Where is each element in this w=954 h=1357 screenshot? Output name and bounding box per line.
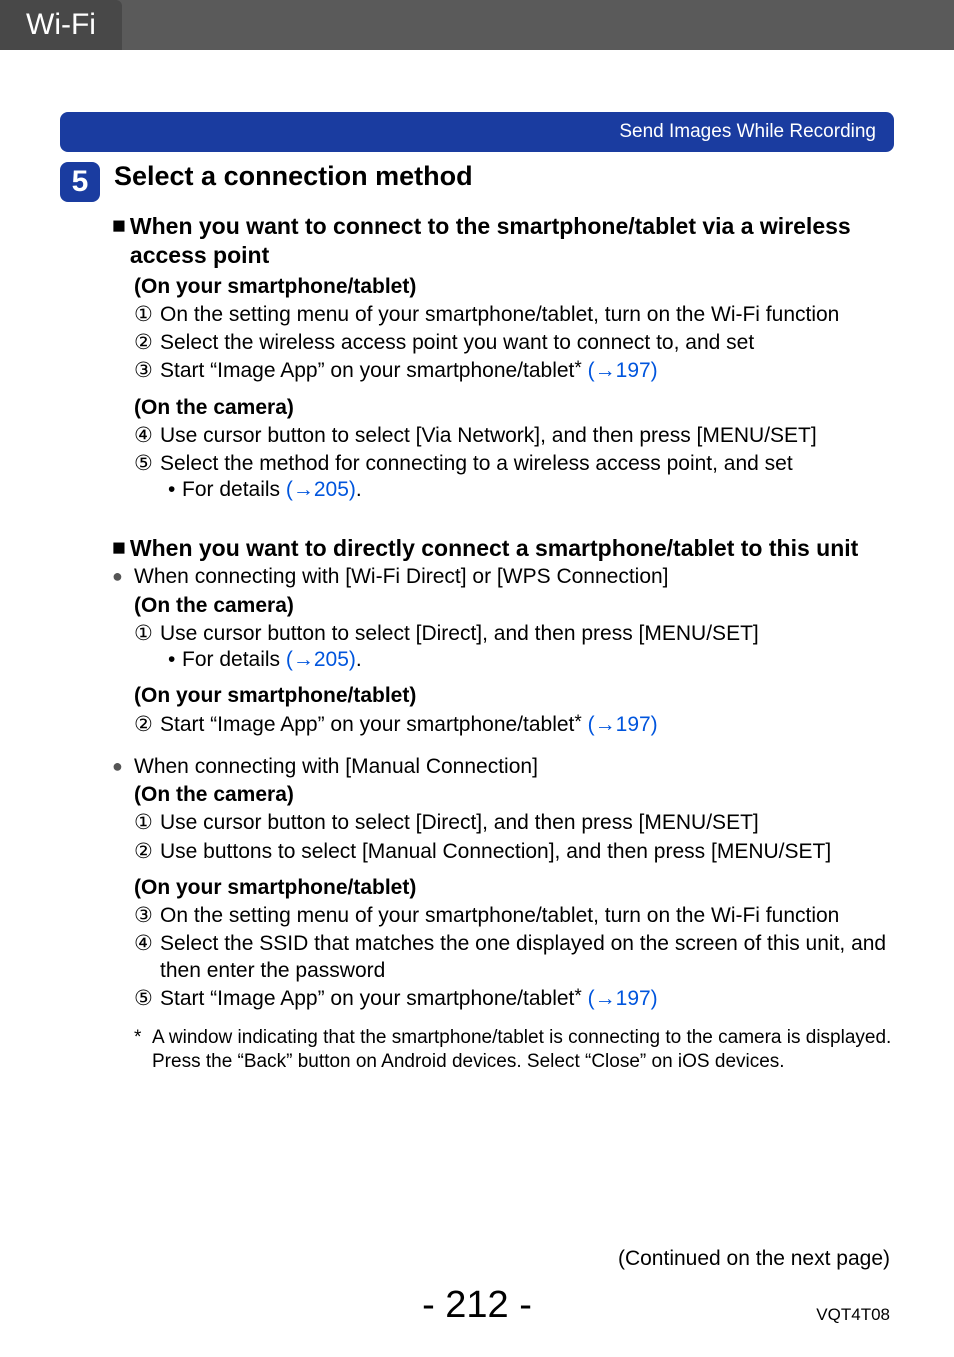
bullet-dot-icon: • [168,477,182,503]
footnote-asterisk: * [134,1026,152,1074]
link-197[interactable]: (→197) [588,359,658,382]
section1-step4: Use cursor button to select [Via Network… [160,423,894,449]
section-banner: Send Images While Recording [60,112,894,152]
section2-b1-c1-detail: For details (→205). [182,647,362,673]
header-tab-bar: Wi-Fi [0,0,954,50]
section1-group-a-title: (On your smartphone/tablet) [134,274,894,300]
section2-b1-c1-detail-suffix: . [356,648,362,671]
section2-b2-c1: Use cursor button to select [Direct], an… [160,810,894,836]
square-bullet-icon: ■ [112,534,126,562]
continued-note: (Continued on the next page) [618,1247,890,1271]
round-bullet-icon: ● [112,754,134,780]
asterisk-mark: * [574,986,581,1007]
section1-step3-text: Start “Image App” on your smartphone/tab… [160,359,574,382]
asterisk-mark: * [574,712,581,733]
circled-4-icon: ④ [134,931,160,984]
section2-heading: When you want to directly connect a smar… [130,534,894,563]
section2-b2-s5: Start “Image App” on your smartphone/tab… [160,986,894,1012]
round-bullet-icon: ● [112,564,134,590]
link-197[interactable]: (→197) [588,713,658,736]
step-title: Select a connection method [114,160,473,192]
footnote-text: A window indicating that the smartphone/… [152,1026,894,1074]
square-bullet-icon: ■ [112,212,126,240]
section1-group-b-title: (On the camera) [134,395,894,421]
circled-4-icon: ④ [134,423,160,449]
bullet-dot-icon: • [168,647,182,673]
circled-2-icon: ② [134,839,160,865]
section2-b2-s3: On the setting menu of your smartphone/t… [160,903,894,929]
section2-b1-s2: Start “Image App” on your smartphone/tab… [160,712,894,738]
section1-step1: On the setting menu of your smartphone/t… [160,302,894,328]
circled-5-icon: ⑤ [134,451,160,477]
circled-5-icon: ⑤ [134,986,160,1012]
circled-1-icon: ① [134,810,160,836]
section-banner-title: Send Images While Recording [619,121,876,143]
circled-2-icon: ② [134,330,160,356]
section2-b1-s2-text: Start “Image App” on your smartphone/tab… [160,713,574,736]
section1-step2: Select the wireless access point you wan… [160,330,894,356]
circled-2-icon: ② [134,712,160,738]
section2-bullet2: When connecting with [Manual Connection] [134,754,894,780]
circled-3-icon: ③ [134,358,160,384]
asterisk-mark: * [574,358,581,379]
section2-b2-smartphone-title: (On your smartphone/tablet) [134,875,894,901]
page-number: - 212 - [0,1284,954,1327]
section1-step5: Select the method for connecting to a wi… [160,451,894,477]
section2-b1-smartphone-title: (On your smartphone/tablet) [134,683,894,709]
link-205[interactable]: (→205) [286,478,356,501]
section2-b1-c1: Use cursor button to select [Direct], an… [160,621,894,647]
section1-step5-detail-prefix: For details [182,478,286,501]
section2-b2-camera-title: (On the camera) [134,782,894,808]
section1-step5-detail-suffix: . [356,478,362,501]
link-197[interactable]: (→197) [588,987,658,1010]
section2-b1-camera-title: (On the camera) [134,593,894,619]
circled-3-icon: ③ [134,903,160,929]
section2-b1-c1-detail-prefix: For details [182,648,286,671]
section2-bullet1: When connecting with [Wi-Fi Direct] or [… [134,564,894,590]
section2-b2-c2: Use buttons to select [Manual Connection… [160,839,894,865]
section2-b2-s5-text: Start “Image App” on your smartphone/tab… [160,987,574,1010]
section1-step5-detail: For details (→205). [182,477,362,503]
document-code: VQT4T08 [816,1305,890,1325]
circled-1-icon: ① [134,621,160,647]
section1-heading: When you want to connect to the smartpho… [130,212,894,270]
header-tab: Wi-Fi [0,0,122,50]
circled-1-icon: ① [134,302,160,328]
step-number-badge: 5 [60,162,100,202]
section1-step3: Start “Image App” on your smartphone/tab… [160,358,894,384]
link-205[interactable]: (→205) [286,648,356,671]
section2-b2-s4: Select the SSID that matches the one dis… [160,931,894,984]
